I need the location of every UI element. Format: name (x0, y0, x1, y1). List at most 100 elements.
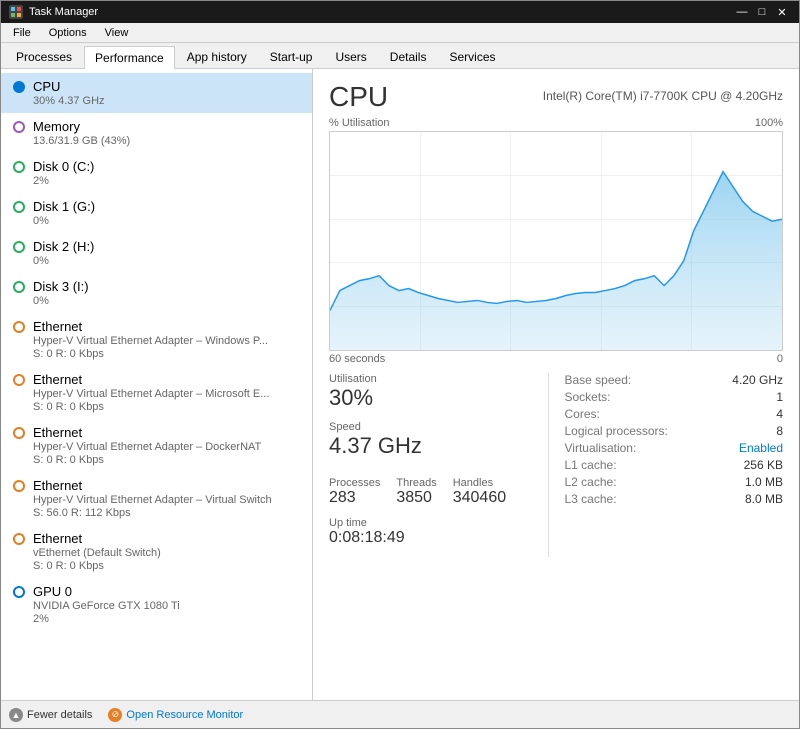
disk1-usage: 0% (13, 215, 300, 227)
app-icon (9, 5, 23, 19)
window-controls: — □ ✕ (733, 3, 791, 21)
tab-bar: Processes Performance App history Start-… (1, 43, 799, 69)
threads-stat: Threads 3850 (396, 477, 436, 507)
speed-value: 4.37 GHz (329, 433, 422, 459)
cpu-model: Intel(R) Core(TM) i7-7700K CPU @ 4.20GHz (543, 81, 783, 103)
cpu-usage: 30% 4.37 GHz (13, 95, 300, 107)
maximize-button[interactable]: □ (753, 3, 771, 21)
cores-row: Cores: 4 (565, 407, 784, 421)
tab-app-history[interactable]: App history (176, 45, 258, 68)
threads-value: 3850 (396, 489, 436, 507)
sidebar-item-disk1[interactable]: Disk 1 (G:) 0% (1, 193, 312, 233)
chart-x-left: 60 seconds (329, 353, 385, 365)
sidebar-item-eth3[interactable]: Ethernet Hyper-V Virtual Ethernet Adapte… (1, 419, 312, 472)
eth2-label: Ethernet (33, 372, 82, 387)
resource-monitor-label: Open Resource Monitor (126, 709, 243, 721)
menu-view[interactable]: View (97, 25, 137, 41)
memory-label: Memory (33, 119, 80, 134)
cpu-header: CPU Intel(R) Core(TM) i7-7700K CPU @ 4.2… (329, 81, 783, 113)
l3-row: L3 cache: 8.0 MB (565, 492, 784, 506)
task-manager-window: Task Manager — □ ✕ File Options View Pro… (0, 0, 800, 729)
logical-value: 8 (776, 424, 783, 438)
eth1-indicator (13, 321, 25, 333)
sidebar-item-cpu[interactable]: CPU 30% 4.37 GHz (1, 73, 312, 113)
sockets-value: 1 (776, 390, 783, 404)
menu-options[interactable]: Options (41, 25, 95, 41)
logical-row: Logical processors: 8 (565, 424, 784, 438)
sidebar-item-eth4[interactable]: Ethernet Hyper-V Virtual Ethernet Adapte… (1, 472, 312, 525)
virt-label: Virtualisation: (565, 441, 637, 455)
sidebar-item-gpu0[interactable]: GPU 0 NVIDIA GeForce GTX 1080 Ti 2% (1, 578, 312, 631)
chart-x-right: 0 (777, 353, 783, 365)
window-title: Task Manager (29, 6, 98, 18)
menu-file[interactable]: File (5, 25, 39, 41)
cores-label: Cores: (565, 407, 600, 421)
eth2-rate: S: 0 R: 0 Kbps (13, 401, 300, 413)
l3-label: L3 cache: (565, 492, 617, 506)
speed-stat: Speed 4.37 GHz (329, 421, 422, 459)
eth2-indicator (13, 374, 25, 386)
chart-y-label: % Utilisation (329, 117, 390, 129)
disk1-indicator (13, 201, 25, 213)
sidebar-item-disk3[interactable]: Disk 3 (I:) 0% (1, 273, 312, 313)
eth5-desc: vEthernet (Default Switch) (13, 547, 300, 559)
stats-left: Utilisation 30% Speed 4.37 GHz Processes… (329, 373, 548, 557)
disk3-usage: 0% (13, 295, 300, 307)
l2-value: 1.0 MB (745, 475, 783, 489)
sidebar-item-memory[interactable]: Memory 13.6/31.9 GB (43%) (1, 113, 312, 153)
tab-services[interactable]: Services (438, 45, 506, 68)
speed-label: Speed (329, 421, 422, 433)
base-speed-value: 4.20 GHz (732, 373, 783, 387)
tab-performance[interactable]: Performance (84, 46, 175, 69)
cpu-chart-container: % Utilisation 100% (329, 117, 783, 365)
handles-value: 340460 (453, 489, 506, 507)
chart-y-max: 100% (755, 117, 783, 129)
handles-label: Handles (453, 477, 506, 489)
menu-bar: File Options View (1, 23, 799, 43)
threads-label: Threads (396, 477, 436, 489)
eth1-rate: S: 0 R: 0 Kbps (13, 348, 300, 360)
tab-processes[interactable]: Processes (5, 45, 83, 68)
l2-row: L2 cache: 1.0 MB (565, 475, 784, 489)
disk3-indicator (13, 281, 25, 293)
eth5-label: Ethernet (33, 531, 82, 546)
sidebar: CPU 30% 4.37 GHz Memory 13.6/31.9 GB (43… (1, 69, 313, 700)
chart-svg (330, 132, 782, 350)
sidebar-item-eth2[interactable]: Ethernet Hyper-V Virtual Ethernet Adapte… (1, 366, 312, 419)
l3-value: 8.0 MB (745, 492, 783, 506)
tab-users[interactable]: Users (324, 45, 377, 68)
uptime-stat: Up time 0:08:18:49 (329, 517, 548, 547)
logical-label: Logical processors: (565, 424, 668, 438)
specs-panel: Base speed: 4.20 GHz Sockets: 1 Cores: 4… (548, 373, 784, 557)
sidebar-item-disk0[interactable]: Disk 0 (C:) 2% (1, 153, 312, 193)
l2-label: L2 cache: (565, 475, 617, 489)
minimize-button[interactable]: — (733, 3, 751, 21)
tab-details[interactable]: Details (379, 45, 438, 68)
l1-label: L1 cache: (565, 458, 617, 472)
processes-label: Processes (329, 477, 380, 489)
uptime-value: 0:08:18:49 (329, 529, 548, 547)
eth4-desc: Hyper-V Virtual Ethernet Adapter – Virtu… (13, 494, 300, 506)
utilisation-label: Utilisation (329, 373, 548, 385)
tab-startup[interactable]: Start-up (259, 45, 324, 68)
close-button[interactable]: ✕ (773, 3, 791, 21)
memory-usage: 13.6/31.9 GB (43%) (13, 135, 300, 147)
memory-indicator (13, 121, 25, 133)
open-resource-monitor-button[interactable]: ⊘ Open Resource Monitor (108, 708, 243, 722)
sidebar-item-disk2[interactable]: Disk 2 (H:) 0% (1, 233, 312, 273)
gpu0-usage: 2% (13, 613, 300, 625)
disk2-usage: 0% (13, 255, 300, 267)
processes-stat: Processes 283 (329, 477, 380, 507)
sidebar-item-eth1[interactable]: Ethernet Hyper-V Virtual Ethernet Adapte… (1, 313, 312, 366)
disk2-indicator (13, 241, 25, 253)
gpu0-desc: NVIDIA GeForce GTX 1080 Ti (13, 600, 300, 612)
base-speed-label: Base speed: (565, 373, 632, 387)
gpu0-indicator (13, 586, 25, 598)
sidebar-item-eth5[interactable]: Ethernet vEthernet (Default Switch) S: 0… (1, 525, 312, 578)
utilisation-stat: Utilisation 30% (329, 373, 548, 411)
stats-section: Utilisation 30% Speed 4.37 GHz Processes… (329, 373, 783, 557)
fewer-details-button[interactable]: ▲ Fewer details (9, 708, 92, 722)
chart-label-bottom: 60 seconds 0 (329, 353, 783, 365)
eth2-desc: Hyper-V Virtual Ethernet Adapter – Micro… (13, 388, 300, 400)
virt-value: Enabled (739, 441, 783, 455)
